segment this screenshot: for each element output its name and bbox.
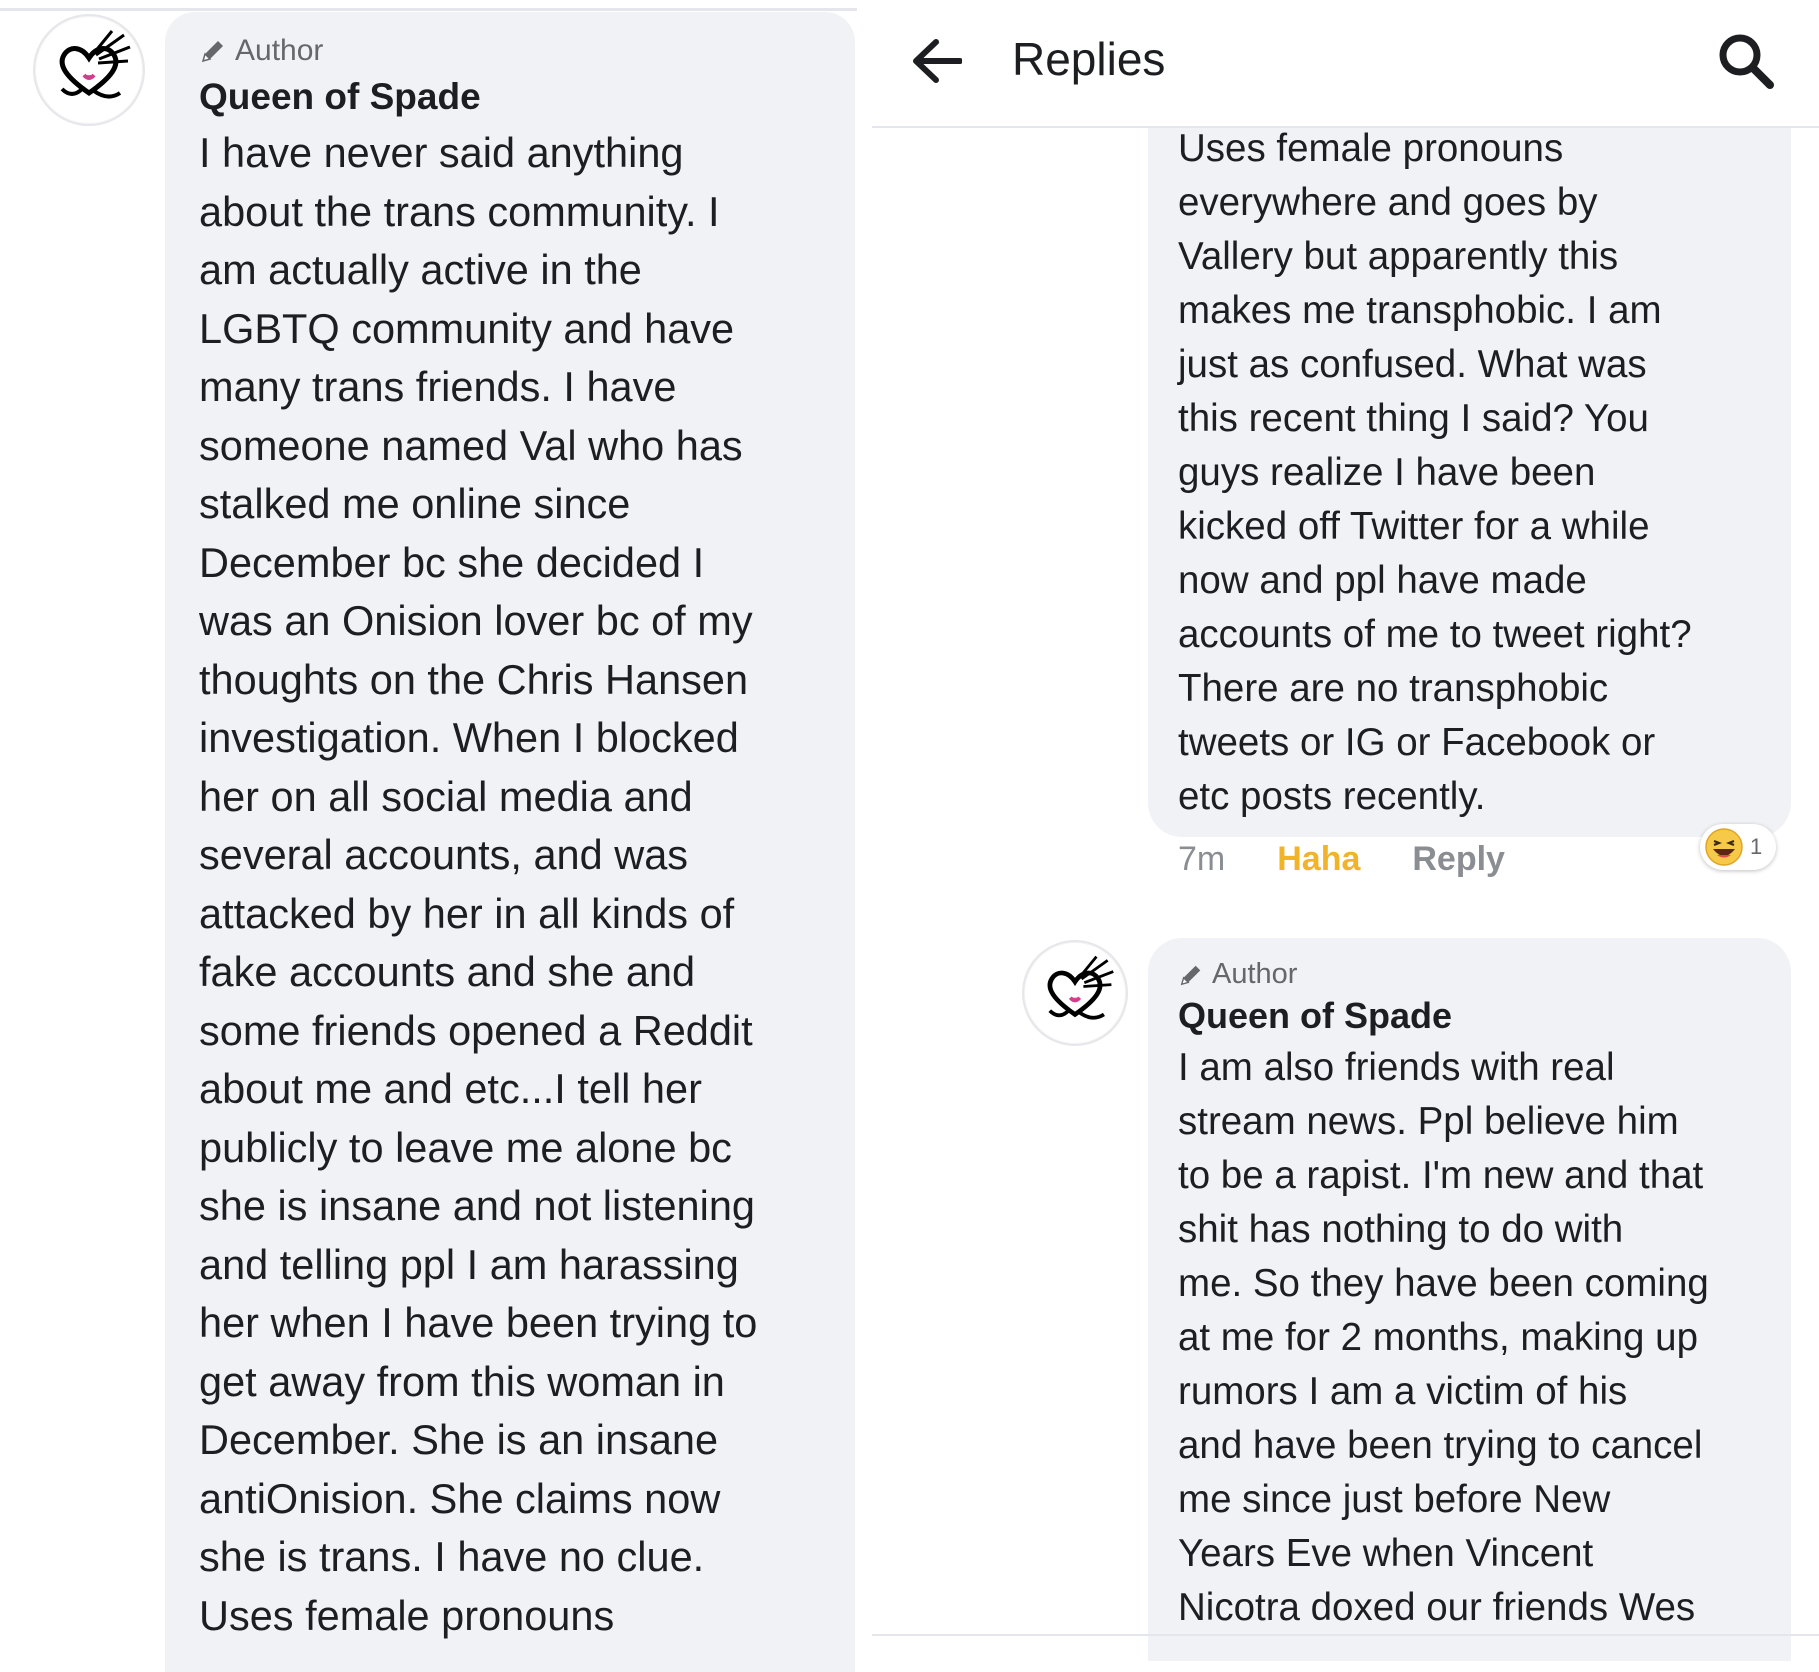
reply-bubble: Uses female pronouns everywhere and goes… xyxy=(1148,80,1791,837)
author-badge: Author xyxy=(199,34,825,68)
comment-text: I have never said anything about the tra… xyxy=(199,129,758,1639)
author-name[interactable]: Queen of Spade xyxy=(199,76,825,118)
bottom-divider xyxy=(872,1634,1819,1636)
reply-text: Uses female pronouns everywhere and goes… xyxy=(1178,127,1692,818)
comment-bubble: Author Queen of Spade I have never said … xyxy=(165,12,855,1672)
right-screenshot-panel: Replies Uses female pronouns everywhere … xyxy=(872,0,1819,1661)
reply-actions: 7m Haha Reply xyxy=(1178,840,1505,879)
page-title: Replies xyxy=(1012,33,1166,85)
reply-bubble: Author Queen of Spade I am also friends … xyxy=(1148,938,1791,1661)
reply-text: I am also friends with real stream news.… xyxy=(1178,1046,1709,1629)
search-icon[interactable] xyxy=(1717,32,1775,90)
top-divider xyxy=(0,8,857,11)
heart-logo-icon xyxy=(1047,955,1114,1020)
reaction-count: 1 xyxy=(1750,834,1763,859)
pencil-icon xyxy=(201,41,223,63)
heart-logo-icon xyxy=(59,30,131,99)
laughing-emoji-icon xyxy=(1705,828,1743,866)
avatar[interactable] xyxy=(33,14,145,126)
author-badge: Author xyxy=(1178,958,1771,991)
haha-reaction-button[interactable]: Haha xyxy=(1277,840,1360,879)
reply-button[interactable]: Reply xyxy=(1412,840,1505,879)
author-badge-label: Author xyxy=(235,34,324,67)
arrow-left-icon[interactable] xyxy=(910,36,962,86)
replies-header: Replies xyxy=(872,0,1819,128)
left-screenshot-panel: Author Queen of Spade I have never said … xyxy=(0,0,857,1672)
pencil-icon xyxy=(1180,965,1201,985)
author-name[interactable]: Queen of Spade xyxy=(1178,995,1771,1037)
timestamp[interactable]: 7m xyxy=(1178,840,1225,879)
reaction-summary[interactable]: 1 xyxy=(1700,824,1776,870)
avatar[interactable] xyxy=(1022,940,1128,1046)
author-badge-label: Author xyxy=(1212,958,1298,990)
